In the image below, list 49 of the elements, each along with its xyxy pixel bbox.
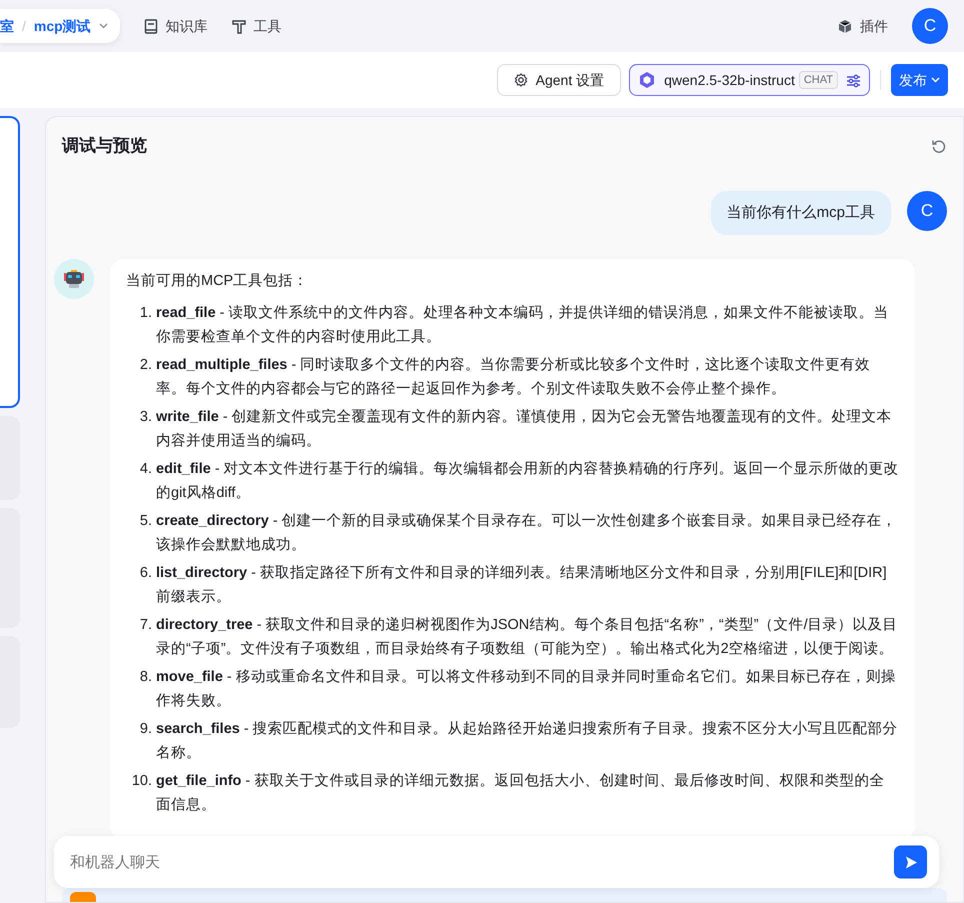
- model-logo-icon: [638, 71, 656, 89]
- list-item-text: list_directory - 获取指定路径下所有文件和目录的详细列表。结果清晰地区分文件和目录，分别用[FILE]和[DIR]前缀表示。: [156, 564, 888, 607]
- sliders-icon[interactable]: [846, 74, 861, 88]
- list-number: 10.: [130, 772, 153, 791]
- list-item-text: get_file_info - 获取关于文件或目录的详细元数据。返回包括大小、创建时间、最后修改时间、权限和类型的全面信息。: [156, 772, 886, 815]
- breadcrumb-link[interactable]: 室: [0, 16, 14, 36]
- send-button[interactable]: [894, 846, 927, 878]
- hammer-icon: [232, 18, 246, 34]
- list-number: 6.: [138, 564, 153, 583]
- account-avatar[interactable]: C: [912, 8, 948, 44]
- list-item-text: create_directory - 创建一个新的目录或确保某个目录存在。可以一次性创建多个嵌套目录。如果目录已经存在，该操作会默默地成功。: [156, 512, 898, 555]
- list-item-text: move_file - 移动或重命名文件和目录。可以将文件移动到不同的目录并同时重命名它们。如果目标已存在，则操作将失败。: [156, 668, 897, 711]
- list-number: 1.: [138, 304, 153, 323]
- model-tag: CHAT: [798, 70, 838, 90]
- breadcrumb-separator: /: [22, 16, 26, 36]
- refresh-icon[interactable]: [931, 138, 947, 154]
- settings-icon: [514, 73, 528, 87]
- cube-icon: [838, 18, 852, 34]
- list-number: 3.: [138, 408, 153, 427]
- list-number: 8.: [138, 668, 153, 687]
- model-name: qwen2.5-32b-instruct: [664, 70, 795, 90]
- model-selector[interactable]: qwen2.5-32b-instruct CHAT: [629, 64, 870, 96]
- list-item-text: directory_tree - 获取文件和目录的递归树视图作为JSON结构。每个条目包括“名称”，“类型”（文件/目录）以及目录的“子项”。文件没有子项数组，而目录始终有子项数组（可能为空）。输出格式化为2空格缩进，以便于阅读。: [156, 616, 899, 659]
- send-icon: [904, 855, 918, 869]
- list-number: 4.: [138, 460, 153, 479]
- user-avatar: C: [907, 190, 947, 230]
- agent-settings-button[interactable]: Agent 设置: [496, 64, 622, 96]
- chat-input[interactable]: 和机器人聊天: [54, 836, 939, 888]
- nav-link[interactable]: 工具: [232, 16, 282, 36]
- list-item-text: read_multiple_files - 同时读取多个文件的内容。当你需要分析或比较多个文件时，这比逐个读取文件更有效率。每个文件的内容都会与它的路径一起返回作为参考。个别文件读取失败不会停止整个操作。: [156, 356, 872, 399]
- plugins-link[interactable]: 插件: [838, 16, 888, 36]
- nav-link[interactable]: 知识库: [144, 16, 208, 36]
- app-icon: [70, 892, 96, 902]
- list-item-text: search_files - 搜索匹配模式的文件和目录。从起始路径开始递归搜索所有子目录。搜索不区分大小写且匹配部分名称。: [156, 720, 899, 763]
- book-icon: [144, 18, 158, 34]
- breadcrumb-current[interactable]: mcp测试: [34, 16, 91, 36]
- caret-icon[interactable]: [98, 23, 108, 29]
- user-message: 当前你有什么mcp工具: [710, 190, 891, 235]
- list-number: 7.: [138, 616, 153, 635]
- publish-button[interactable]: 发布: [891, 64, 948, 96]
- caret-icon: [931, 77, 940, 83]
- list-item-text: write_file - 创建新文件或完全覆盖现有文件的新内容。谨慎使用，因为它会无警告地覆盖现有的文件。处理文本内容并使用适当的编码。: [156, 408, 893, 451]
- list-number: 2.: [138, 356, 153, 375]
- list-number: 9.: [138, 720, 153, 739]
- list-item-text: edit_file - 对文本文件进行基于行的编辑。每次编辑都会用新的内容替换精确的行序列。返回一个显示所做的更改的git风格diff。: [156, 460, 899, 503]
- bot-message-intro: 当前可用的MCP工具包括：: [126, 272, 310, 291]
- list-number: 5.: [138, 512, 153, 531]
- panel-title: 调试与预览: [62, 135, 147, 157]
- list-item-text: read_file - 读取文件系统中的文件内容。处理各种文本编码，并提供详细的错误消息，如果文件不能被读取。当你需要检查单个文件的内容时使用此工具。: [156, 304, 890, 347]
